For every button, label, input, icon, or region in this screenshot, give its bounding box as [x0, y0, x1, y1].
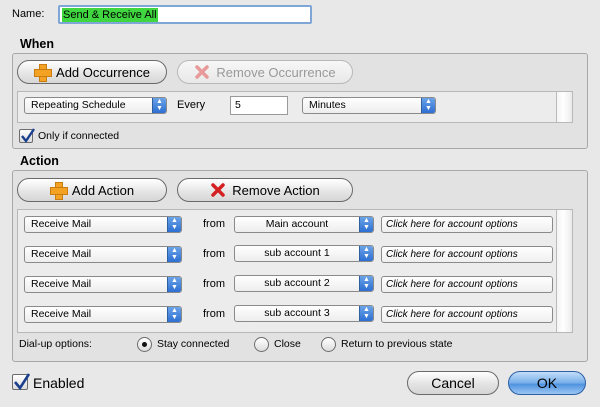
account-value: sub account 1: [264, 247, 330, 259]
account-value: sub account 3: [264, 307, 330, 319]
interval-unit-value: Minutes: [309, 99, 346, 111]
action-type-value: Receive Mail: [31, 278, 92, 290]
only-if-connected-label: Only if connected: [38, 130, 120, 142]
account-popup[interactable]: Main account ▲ ▼: [234, 216, 374, 233]
dialup-options-label: Dial-up options:: [19, 338, 92, 350]
return-to-previous-label: Return to previous state: [341, 338, 453, 350]
action-type-popup[interactable]: Receive Mail ▲ ▼: [24, 276, 182, 293]
action-scrollbar[interactable]: [556, 210, 570, 332]
add-icon: [49, 182, 68, 200]
when-section-title: When: [20, 37, 55, 51]
every-value-field[interactable]: 5: [230, 96, 288, 115]
occurrence-scrollbar[interactable]: [556, 92, 570, 122]
cancel-button[interactable]: Cancel: [407, 371, 499, 395]
account-value: Main account: [265, 218, 329, 230]
action-type-value: Receive Mail: [31, 218, 92, 230]
popup-arrows-icon: ▲ ▼: [359, 276, 373, 291]
account-options-button[interactable]: Click here for account options: [381, 306, 553, 323]
add-icon: [34, 64, 53, 82]
return-to-previous-radio[interactable]: [321, 337, 336, 352]
only-if-connected-checkbox[interactable]: [19, 128, 35, 144]
remove-occurrence-label: Remove Occurrence: [216, 64, 336, 80]
from-label: from: [203, 308, 225, 320]
remove-action-button[interactable]: Remove Action: [177, 178, 353, 202]
remove-occurrence-button[interactable]: Remove Occurrence: [177, 60, 353, 84]
action-group: Add Action Remove Action Receive Mail ▲ ▼…: [12, 170, 588, 362]
from-label: from: [203, 278, 225, 290]
popup-arrows-icon: ▲ ▼: [359, 217, 373, 232]
popup-arrows-icon: ▲ ▼: [167, 217, 181, 232]
popup-arrows-icon: ▲ ▼: [167, 307, 181, 322]
enabled-checkbox[interactable]: [12, 373, 31, 391]
name-label: Name:: [12, 8, 45, 20]
from-label: from: [203, 218, 225, 230]
add-action-label: Add Action: [71, 182, 135, 198]
account-options-button[interactable]: Click here for account options: [381, 246, 553, 263]
popup-arrows-icon: ▲ ▼: [359, 246, 373, 261]
account-popup[interactable]: sub account 2 ▲ ▼: [234, 275, 374, 292]
schedule-type-value: Repeating Schedule: [31, 99, 126, 111]
remove-icon: [194, 64, 210, 80]
occurrence-list: Repeating Schedule ▲ ▼ Every 5 Minutes ▲ ▼: [17, 91, 573, 123]
stay-connected-radio[interactable]: [137, 337, 152, 352]
add-action-button[interactable]: Add Action: [17, 178, 167, 202]
remove-action-label: Remove Action: [232, 182, 320, 198]
popup-arrows-icon: ▲ ▼: [167, 247, 181, 262]
interval-unit-popup[interactable]: Minutes ▲ ▼: [302, 97, 436, 114]
schedule-type-popup[interactable]: Repeating Schedule ▲ ▼: [24, 97, 167, 114]
close-radio[interactable]: [254, 337, 269, 352]
enabled-label: Enabled: [33, 375, 85, 391]
account-options-button[interactable]: Click here for account options: [381, 216, 553, 233]
action-type-value: Receive Mail: [31, 248, 92, 260]
name-field-value: Send & Receive All: [62, 8, 158, 22]
popup-arrows-icon: ▲ ▼: [421, 98, 435, 113]
action-section-title: Action: [20, 154, 59, 168]
account-options-button[interactable]: Click here for account options: [381, 276, 553, 293]
account-popup[interactable]: sub account 1 ▲ ▼: [234, 245, 374, 262]
popup-arrows-icon: ▲ ▼: [167, 277, 181, 292]
stay-connected-label: Stay connected: [157, 338, 230, 350]
popup-arrows-icon: ▲ ▼: [359, 306, 373, 321]
remove-icon: [210, 182, 226, 198]
action-type-popup[interactable]: Receive Mail ▲ ▼: [24, 216, 182, 233]
when-group: Add Occurrence Remove Occurrence Repeati…: [12, 53, 588, 149]
action-list: Receive Mail ▲ ▼ from Main account ▲ ▼ Cli…: [17, 209, 573, 333]
every-label: Every: [177, 99, 206, 111]
name-field[interactable]: Send & Receive All: [58, 5, 312, 24]
account-popup[interactable]: sub account 3 ▲ ▼: [234, 305, 374, 322]
ok-button[interactable]: OK: [508, 371, 586, 395]
action-type-popup[interactable]: Receive Mail ▲ ▼: [24, 246, 182, 263]
action-type-popup[interactable]: Receive Mail ▲ ▼: [24, 306, 182, 323]
add-occurrence-label: Add Occurrence: [56, 64, 150, 80]
add-occurrence-button[interactable]: Add Occurrence: [17, 60, 167, 84]
popup-arrows-icon: ▲ ▼: [152, 98, 166, 113]
account-value: sub account 2: [264, 277, 330, 289]
action-type-value: Receive Mail: [31, 308, 92, 320]
close-label: Close: [274, 338, 301, 350]
from-label: from: [203, 248, 225, 260]
